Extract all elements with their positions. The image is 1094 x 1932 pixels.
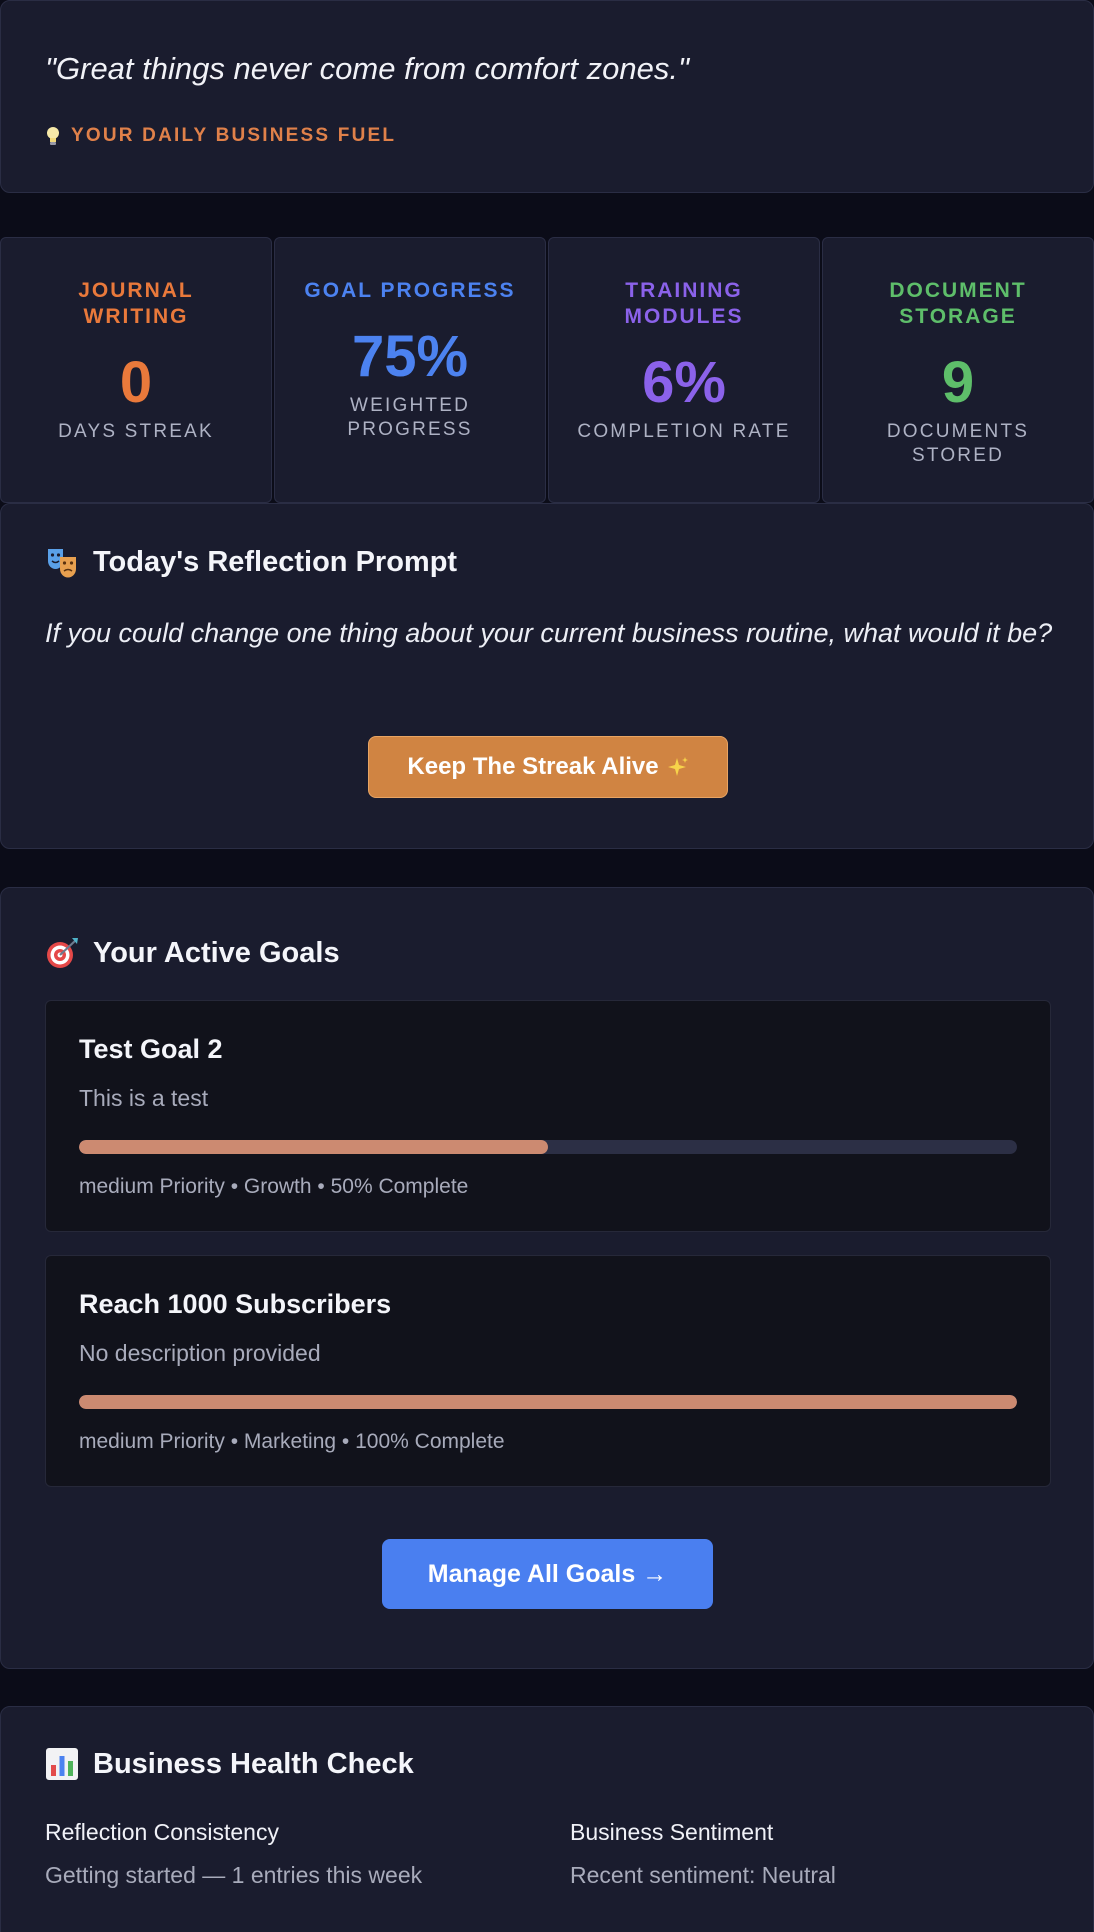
- health-metric-value: Getting started — 1 entries this week: [45, 1862, 423, 1888]
- goal-progress-bar: [79, 1395, 1017, 1409]
- stat-value: 75%: [351, 324, 469, 389]
- goal-meta: medium Priority • Marketing • 100% Compl…: [79, 1430, 505, 1453]
- stat-card-training[interactable]: TRAINING MODULES 6% COMPLETION RATE: [548, 237, 820, 503]
- quote-tagline: YOUR DAILY BUSINESS FUEL: [71, 125, 397, 146]
- stat-label: DOCUMENT STORAGE: [889, 279, 1027, 328]
- sparkles-icon: [667, 757, 688, 776]
- health-metric: Business Sentiment Recent sentiment: Neu…: [570, 1819, 836, 1889]
- health-metric-value: Recent sentiment: Neutral: [570, 1862, 836, 1888]
- stat-sub: DAYS STREAK: [58, 421, 214, 442]
- quote-tagline-row: YOUR DAILY BUSINESS FUEL: [45, 125, 396, 147]
- stat-sub: COMPLETION RATE: [577, 421, 791, 442]
- stat-sub: DOCUMENTS STORED: [886, 421, 1030, 466]
- daily-quote-card: "Great things never come from comfort zo…: [0, 0, 1094, 193]
- stat-value: 6%: [642, 350, 726, 415]
- bar-chart-icon: [46, 1748, 78, 1780]
- goal-description: This is a test: [79, 1085, 209, 1111]
- goal-title: Reach 1000 Subscribers: [79, 1289, 392, 1319]
- section-title: Business Health Check: [93, 1747, 414, 1780]
- stat-card-goals[interactable]: GOAL PROGRESS 75% WEIGHTED PROGRESS: [274, 237, 546, 503]
- stat-value: 0: [119, 350, 153, 415]
- quote-text: "Great things never come from comfort zo…: [45, 51, 689, 86]
- stat-label: GOAL PROGRESS: [304, 279, 516, 302]
- goal-card[interactable]: Reach 1000 Subscribers No description pr…: [45, 1255, 1051, 1487]
- stat-label: JOURNAL WRITING: [78, 279, 194, 328]
- goal-progress-fill: [79, 1140, 548, 1154]
- reflection-prompt-card: Today's Reflection Prompt If you could c…: [0, 503, 1094, 849]
- stat-label: TRAINING MODULES: [624, 279, 744, 328]
- section-title: Your Active Goals: [93, 936, 340, 969]
- button-label: Keep The Streak Alive: [407, 753, 659, 780]
- goal-meta: medium Priority • Growth • 50% Complete: [79, 1175, 469, 1198]
- goal-description: No description provided: [79, 1340, 321, 1366]
- goal-progress-fill: [79, 1395, 1017, 1409]
- active-goals-card: Your Active Goals Test Goal 2 This is a …: [0, 887, 1094, 1669]
- section-title: Today's Reflection Prompt: [93, 545, 458, 578]
- lightbulb-icon: [47, 127, 59, 145]
- goal-card[interactable]: Test Goal 2 This is a test medium Priori…: [45, 1000, 1051, 1232]
- section-header: Business Health Check: [45, 1747, 414, 1781]
- stat-card-journal[interactable]: JOURNAL WRITING 0 DAYS STREAK: [0, 237, 272, 503]
- health-metric-label: Business Sentiment: [570, 1819, 774, 1845]
- stat-sub: WEIGHTED PROGRESS: [347, 395, 473, 440]
- section-header: Today's Reflection Prompt: [45, 545, 457, 579]
- keep-streak-button[interactable]: Keep The Streak Alive: [368, 736, 728, 798]
- stat-value: 9: [941, 350, 975, 415]
- goal-title: Test Goal 2: [79, 1034, 223, 1064]
- dashboard-page: "Great things never come from comfort zo…: [0, 0, 1094, 1932]
- health-metric-label: Reflection Consistency: [45, 1819, 279, 1845]
- target-icon: [47, 938, 78, 968]
- goal-progress-bar: [79, 1140, 1017, 1154]
- theater-masks-icon: [48, 549, 76, 578]
- manage-goals-button[interactable]: Manage All Goals →: [382, 1539, 713, 1609]
- business-health-card: Business Health Check Reflection Consist…: [0, 1706, 1094, 1932]
- health-metric: Reflection Consistency Getting started —…: [45, 1819, 422, 1889]
- reflection-prompt-text: If you could change one thing about your…: [45, 618, 1053, 648]
- section-header: Your Active Goals: [45, 936, 340, 970]
- stat-card-documents[interactable]: DOCUMENT STORAGE 9 DOCUMENTS STORED: [822, 237, 1094, 503]
